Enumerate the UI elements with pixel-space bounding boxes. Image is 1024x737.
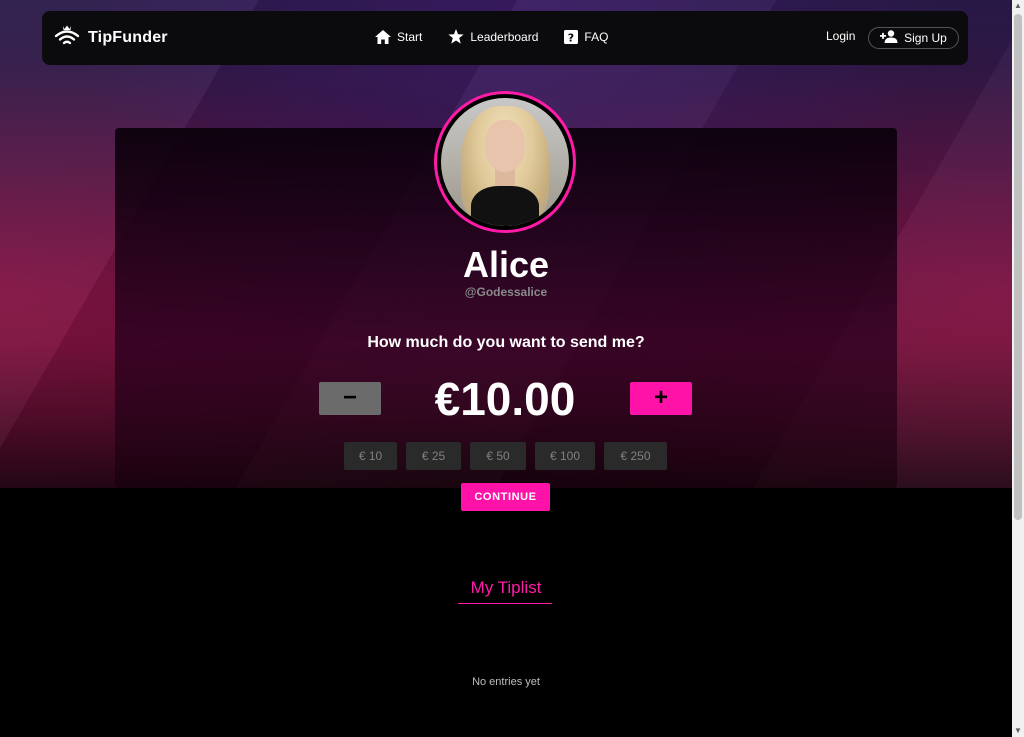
profile-handle: @Godessalice [464,285,548,299]
avatar-border [437,94,573,230]
scrollbar-thumb[interactable] [1014,14,1022,520]
nav-leaderboard-label: Leaderboard [470,29,539,44]
decrease-amount-button[interactable]: − [319,382,381,415]
continue-button[interactable]: CONTINUE [461,483,550,511]
navbar: TipFunder Start Leaderboard ? FAQ Login … [42,11,968,65]
nav-leaderboard[interactable]: Leaderboard [448,29,538,44]
page-scrollbar[interactable]: ▲ ▼ [1012,0,1024,737]
signup-label: Sign Up [904,31,947,45]
nav-start-label: Start [397,29,423,44]
brand-name: TipFunder [88,28,168,46]
signup-button[interactable]: Sign Up [868,27,959,49]
tiplist-title: My Tiplist [470,578,542,597]
preset-amounts: € 10 € 25 € 50 € 100 € 250 [344,442,667,470]
avatar-photo [441,98,569,226]
tip-question: How much do you want to send me? [367,334,645,351]
plus-icon: + [653,384,668,411]
minus-icon: − [342,384,357,411]
login-link[interactable]: Login [826,29,855,43]
preset-button-250[interactable]: € 250 [604,442,667,470]
preset-button-25[interactable]: € 25 [406,442,461,470]
star-icon [448,29,464,44]
avatar [434,91,576,233]
main-nav: Start Leaderboard ? FAQ [375,29,608,44]
increase-amount-button[interactable]: + [630,382,692,415]
profile-name: Alice [462,244,550,285]
scroll-up-arrow-icon[interactable]: ▲ [1012,0,1024,12]
tiplist-empty-message: No entries yet [472,676,540,688]
nav-faq-label: FAQ [584,29,609,44]
svg-text:?: ? [568,31,574,44]
preset-button-10[interactable]: € 10 [344,442,397,470]
home-icon [375,29,391,44]
scroll-down-arrow-icon[interactable]: ▼ [1012,725,1024,737]
question-icon: ? [564,29,579,44]
add-user-icon [880,30,898,46]
crown-wifi-logo-icon [54,24,80,51]
preset-button-50[interactable]: € 50 [470,442,526,470]
avatar-face-shape [485,120,525,172]
preset-button-100[interactable]: € 100 [535,442,595,470]
nav-start[interactable]: Start [375,29,422,44]
tip-amount: €10.00 [434,373,576,425]
nav-faq[interactable]: ? FAQ [564,29,608,44]
brand-logo[interactable]: TipFunder [54,24,168,51]
tiplist-underline [458,603,552,604]
avatar-clothing-shape [471,186,539,226]
